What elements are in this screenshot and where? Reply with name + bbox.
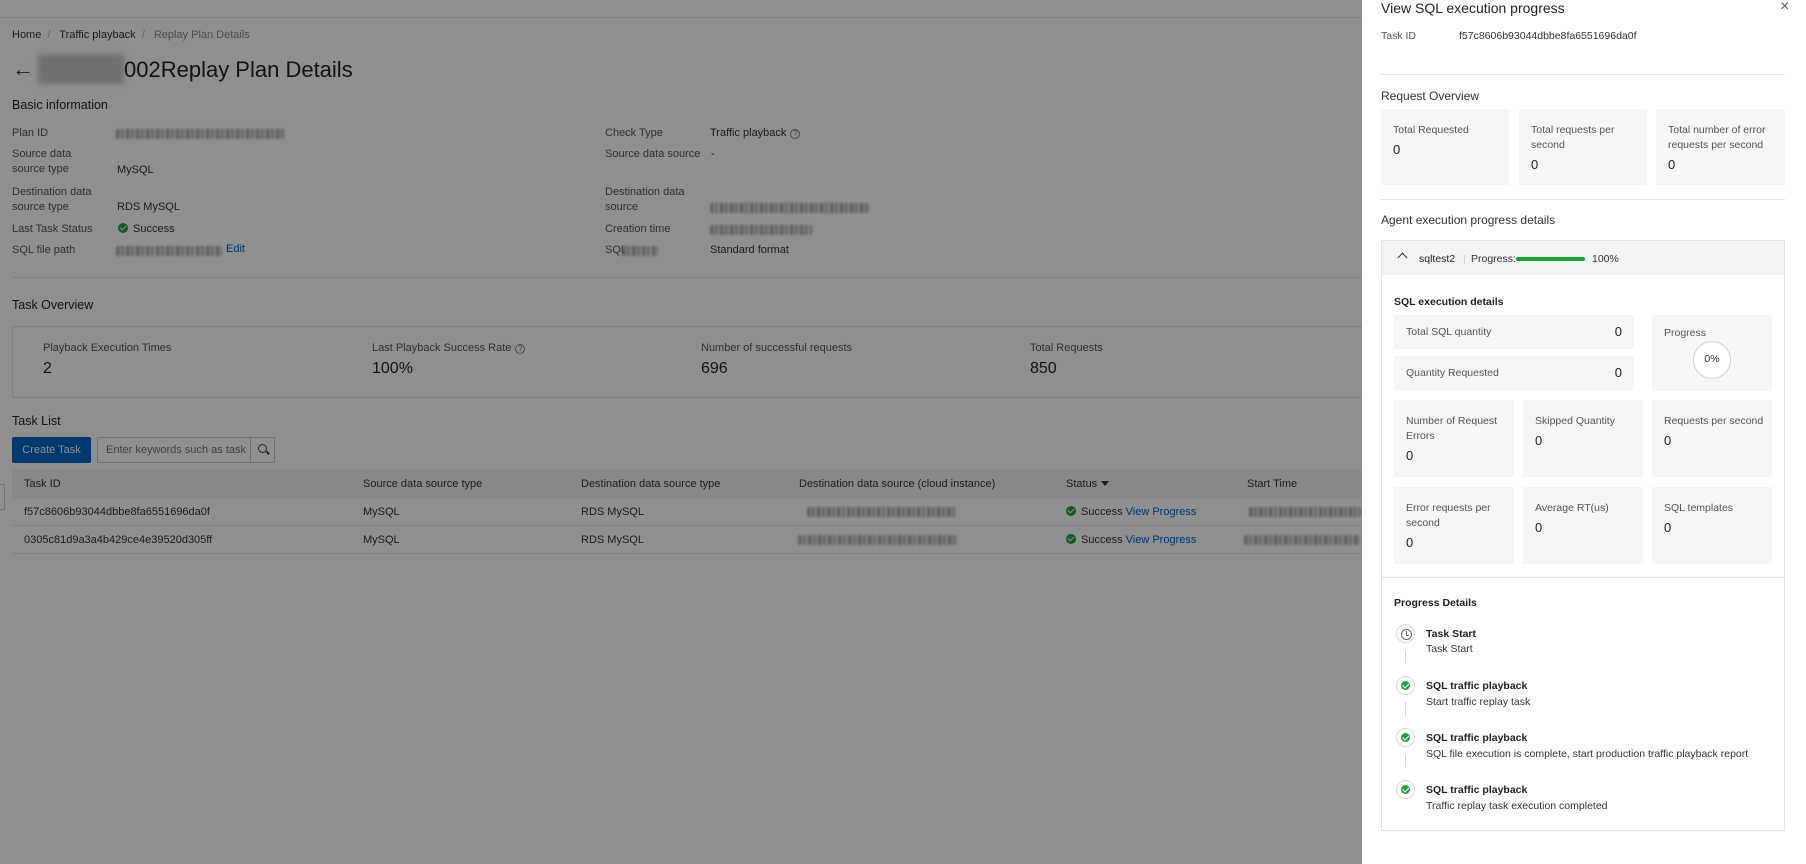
average-rt-value: 0 — [1535, 520, 1543, 535]
total-sql-value: 0 — [1614, 324, 1622, 339]
total-sql-card: Total SQL quantity 0 — [1394, 315, 1634, 349]
check-circle-inner — [1401, 681, 1410, 690]
drawer-task-id-label: Task ID — [1381, 30, 1417, 42]
divider — [1382, 577, 1784, 578]
quantity-requested-label: Quantity Requested — [1406, 367, 1499, 379]
modal-overlay[interactable] — [0, 0, 1362, 864]
timeline-desc: Task Start — [1426, 643, 1473, 655]
error-requests-label: Error requests per second — [1406, 502, 1491, 529]
agent-progress-text: 100% — [1592, 253, 1619, 265]
average-rt-card: Average RT(us) 0 — [1523, 487, 1643, 564]
timeline-connector — [1405, 754, 1406, 768]
progress-ring: 0% — [1693, 341, 1731, 379]
skipped-quantity-value: 0 — [1535, 433, 1543, 448]
sql-templates-label: SQL templates — [1664, 502, 1734, 514]
agent-progress-heading: Agent execution progress details — [1381, 213, 1556, 227]
error-requests-card: Error requests per second 0 — [1394, 487, 1514, 564]
average-rt-label: Average RT(us) — [1535, 502, 1609, 514]
total-requested-value: 0 — [1393, 142, 1401, 157]
skipped-quantity-label: Skipped Quantity — [1535, 415, 1615, 427]
request-errors-card: Number of Request Errors 0 — [1394, 400, 1514, 477]
requests-per-second-metric-card: Requests per second 0 — [1652, 400, 1772, 477]
error-requests-per-second-label: Total number of error requests per secon… — [1668, 124, 1766, 151]
sql-details-heading: SQL execution details — [1394, 296, 1504, 308]
skipped-quantity-card: Skipped Quantity 0 — [1523, 400, 1643, 477]
timeline-desc: Traffic replay task execution completed — [1426, 800, 1608, 812]
timeline-desc: SQL file execution is complete, start pr… — [1426, 748, 1749, 760]
error-requests-per-second-card: Total number of error requests per secon… — [1656, 109, 1785, 185]
check-circle-icon — [1396, 676, 1415, 695]
sql-templates-card: SQL templates 0 — [1652, 487, 1772, 564]
clock-icon — [1396, 624, 1415, 643]
requests-per-second-card: Total requests per second 0 — [1519, 109, 1647, 185]
close-icon[interactable]: × — [1780, 0, 1789, 16]
requests-per-second-metric-label: Requests per second — [1664, 415, 1764, 427]
drawer-title: View SQL execution progress — [1381, 0, 1565, 16]
request-errors-label: Number of Request Errors — [1406, 415, 1498, 442]
check-circle-icon — [1396, 728, 1415, 747]
error-requests-per-second-value: 0 — [1668, 157, 1676, 172]
divider — [1381, 199, 1785, 200]
request-errors-value: 0 — [1406, 448, 1414, 463]
error-requests-value: 0 — [1406, 535, 1414, 550]
agent-progress-bar-fill — [1516, 257, 1585, 261]
request-overview-heading: Request Overview — [1381, 89, 1480, 103]
timeline-title: SQL traffic playback — [1426, 784, 1528, 796]
agent-progress-label: Progress: — [1471, 253, 1516, 265]
check-circle-inner — [1401, 785, 1410, 794]
timeline-connector — [1405, 702, 1406, 716]
requests-per-second-value: 0 — [1531, 157, 1539, 172]
quantity-requested-value: 0 — [1614, 365, 1622, 380]
agent-progress-bar — [1516, 257, 1585, 261]
sql-templates-value: 0 — [1664, 520, 1672, 535]
timeline-desc: Start traffic replay task — [1426, 696, 1531, 708]
agent-header-divider: | — [1463, 253, 1466, 265]
timeline-title: Task Start — [1426, 628, 1476, 640]
timeline-title: SQL traffic playback — [1426, 680, 1528, 692]
check-circle-icon — [1396, 780, 1415, 799]
drawer-task-id-value: f57c8606b93044dbbe8fa6551696da0f — [1459, 30, 1637, 42]
requests-per-second-metric-value: 0 — [1664, 433, 1672, 448]
check-circle-inner — [1401, 733, 1410, 742]
total-requested-card: Total Requested 0 — [1381, 109, 1509, 185]
progress-label: Progress — [1664, 327, 1707, 339]
quantity-requested-card: Quantity Requested 0 — [1394, 356, 1634, 390]
requests-per-second-label: Total requests per second — [1531, 124, 1615, 151]
timeline-connector — [1405, 650, 1406, 664]
agent-name: sqltest2 — [1419, 253, 1456, 265]
progress-details-heading: Progress Details — [1394, 597, 1477, 609]
timeline-title: SQL traffic playback — [1426, 732, 1528, 744]
total-sql-label: Total SQL quantity — [1406, 326, 1492, 338]
total-requested-label: Total Requested — [1393, 124, 1469, 136]
divider — [1381, 74, 1785, 75]
